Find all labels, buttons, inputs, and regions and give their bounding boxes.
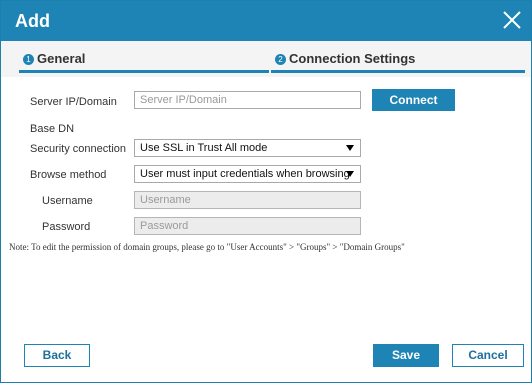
server-input-placeholder: Server IP/Domain <box>140 94 227 106</box>
password-label: Password <box>42 221 91 233</box>
save-button[interactable]: Save <box>373 344 439 367</box>
dropdown-arrow-icon <box>346 171 354 177</box>
security-connection-label: Security connection <box>30 143 126 155</box>
security-connection-value: Use SSL in Trust All mode <box>140 142 268 154</box>
tab-general-underline <box>19 70 269 73</box>
browse-method-select[interactable]: User must input credentials when browsin… <box>134 165 361 183</box>
tab-general[interactable]: 1 General <box>19 41 269 77</box>
browse-method-value: User must input credentials when browsin… <box>140 168 350 180</box>
browse-method-label: Browse method <box>30 169 107 181</box>
step-number-badge: 1 <box>23 54 34 65</box>
back-button[interactable]: Back <box>24 344 90 367</box>
username-label: Username <box>42 195 93 207</box>
step-number-badge: 2 <box>275 54 286 65</box>
password-input-placeholder: Password <box>140 220 189 232</box>
tab-connection-settings[interactable]: 2 Connection Settings <box>271 41 525 77</box>
step-tabs: 1 General 2 Connection Settings <box>1 41 531 77</box>
domain-groups-note: Note: To edit the permission of domain g… <box>9 242 405 252</box>
close-icon[interactable] <box>501 9 523 31</box>
security-connection-select[interactable]: Use SSL in Trust All mode <box>134 139 361 157</box>
cancel-button[interactable]: Cancel <box>452 344 524 367</box>
server-label: Server IP/Domain <box>30 96 117 108</box>
tab-connection-settings-label: Connection Settings <box>289 51 416 66</box>
add-dialog: Add 1 General 2 Connection Settings Serv… <box>0 0 532 383</box>
connect-button[interactable]: Connect <box>372 89 455 111</box>
password-input: Password <box>134 217 361 235</box>
username-input-placeholder: Username <box>140 194 191 206</box>
tab-general-label: General <box>37 51 86 66</box>
dropdown-arrow-icon <box>346 145 354 151</box>
tab-connection-settings-underline <box>271 70 525 73</box>
dialog-title: Add <box>15 11 50 31</box>
username-input: Username <box>134 191 361 209</box>
base-dn-label: Base DN <box>30 123 75 135</box>
server-input[interactable]: Server IP/Domain <box>134 91 361 109</box>
dialog-titlebar: Add <box>1 1 531 41</box>
